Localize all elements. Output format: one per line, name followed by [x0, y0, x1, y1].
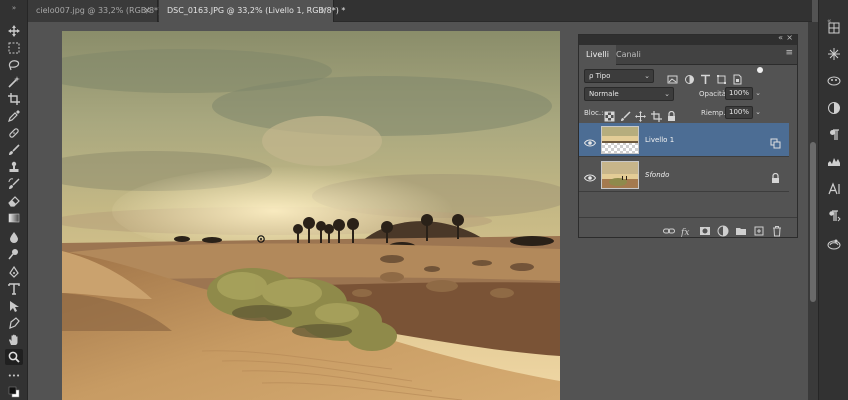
lock-transparent-icon[interactable]	[604, 107, 615, 122]
eyedropper-icon[interactable]	[5, 108, 23, 124]
panel-footer: fx	[579, 217, 797, 238]
dodge-icon[interactable]	[5, 246, 23, 262]
crop-icon[interactable]	[5, 91, 23, 107]
paragraph-icon[interactable]	[827, 127, 841, 141]
tab-dsc0163[interactable]: DSC_0163.JPG @ 33,2% (Livello 1, RGB/8*)…	[159, 0, 345, 22]
blend-row: Normale ⌄ Opacità: 100% ⌄	[579, 87, 797, 101]
lock-label: Bloc.:	[584, 109, 604, 117]
photoshop-window: » ••• cielo007.jpg @ 33,2% (RGB/8*) × DS…	[0, 0, 848, 400]
opacity-input[interactable]: 100%	[725, 87, 753, 100]
add-mask-icon[interactable]	[699, 222, 711, 235]
adjustment-filter-icon[interactable]	[684, 70, 695, 84]
visibility-eye-icon[interactable]	[583, 169, 597, 182]
filter-toggle-icon[interactable]	[757, 67, 763, 73]
magic-wand-icon[interactable]	[5, 74, 23, 90]
lock-pixels-icon[interactable]	[620, 107, 631, 121]
layer-thumbnail	[601, 126, 639, 154]
tab-label: cielo007.jpg @ 33,2% (RGB/8*)	[36, 6, 162, 15]
fill-input[interactable]: 100%	[725, 106, 753, 119]
swatches-icon[interactable]	[827, 46, 841, 60]
lock-artboard-icon[interactable]	[651, 107, 662, 122]
pen-icon[interactable]	[5, 264, 23, 280]
collapse-label: »	[11, 4, 17, 12]
close-panel-button[interactable]: ×	[786, 33, 793, 42]
scrollbar-thumb[interactable]	[810, 142, 816, 302]
new-layer-icon[interactable]	[753, 222, 765, 236]
layer-thumbnail	[601, 161, 639, 189]
panel-dock: «	[818, 0, 848, 400]
blend-mode-dropdown[interactable]: Normale ⌄	[584, 87, 674, 101]
adjustments-icon[interactable]	[827, 72, 841, 86]
panel-header: « ×	[579, 33, 797, 45]
clone-stamp-icon[interactable]	[5, 159, 23, 175]
adjustment-icon[interactable]	[717, 222, 729, 237]
smart-link-icon	[770, 134, 781, 149]
shape-icon[interactable]	[5, 315, 23, 331]
panel-menu-icon[interactable]: ≡	[785, 48, 793, 58]
tab-cielo007[interactable]: cielo007.jpg @ 33,2% (RGB/8*) ×	[28, 0, 162, 22]
desert-photo	[62, 31, 560, 400]
panel-tabs: Livelli Canali ≡	[579, 45, 797, 65]
lock-row: Bloc.: Riemp.: 100% ⌄	[579, 106, 797, 122]
type-filter-icon[interactable]	[700, 70, 711, 84]
lock-all-icon[interactable]	[666, 107, 677, 121]
tab-canali[interactable]: Canali	[609, 45, 648, 65]
lasso-icon[interactable]	[5, 57, 23, 73]
history-brush-icon[interactable]	[5, 176, 23, 192]
collapse-panel-button[interactable]: «	[778, 33, 783, 42]
filter-row: ρ Tipo ⌄	[579, 67, 797, 85]
document-canvas[interactable]	[62, 31, 560, 400]
fill-label: Riemp.:	[701, 109, 728, 117]
hand-icon[interactable]	[5, 332, 23, 348]
blend-mode-value: Normale	[589, 90, 619, 98]
layer-name: Sfondo	[645, 171, 670, 179]
close-icon[interactable]: ×	[143, 0, 151, 22]
fill-dropdown-icon[interactable]: ⌄	[754, 106, 762, 119]
color-icon[interactable]	[827, 20, 841, 34]
fx-icon[interactable]: fx	[680, 222, 693, 238]
toolbar-collapse-button[interactable]: »	[5, 3, 23, 13]
layer-row-sfondo[interactable]: Sfondo	[579, 158, 789, 192]
paragraph-styles-icon[interactable]	[827, 208, 841, 222]
dock-collapse-button[interactable]: «	[827, 8, 841, 25]
histogram-icon[interactable]	[827, 153, 841, 167]
tools-panel: » •••	[0, 0, 28, 400]
close-icon[interactable]: ×	[319, 0, 327, 22]
filter-kind-value: ρ Tipo	[589, 72, 611, 80]
group-icon[interactable]	[735, 222, 747, 235]
more-label: •••	[7, 372, 21, 380]
blur-icon[interactable]	[5, 229, 23, 245]
lock-position-icon[interactable]	[635, 107, 646, 122]
pixel-filter-icon[interactable]	[667, 70, 678, 84]
svg-text:fx: fx	[681, 228, 689, 237]
layer-row-livello-1[interactable]: Livello 1	[579, 123, 789, 157]
link-layers-icon[interactable]	[663, 222, 675, 234]
properties-icon[interactable]	[827, 100, 841, 114]
move-icon[interactable]	[5, 23, 23, 39]
layer-name: Livello 1	[645, 136, 675, 144]
trash-icon[interactable]	[771, 222, 783, 237]
healing-icon[interactable]	[5, 125, 23, 141]
gradient-icon[interactable]	[5, 210, 23, 226]
more-icon[interactable]: •••	[5, 368, 23, 384]
zoom-icon[interactable]	[5, 349, 23, 365]
path-select-icon[interactable]	[5, 298, 23, 314]
brush-icon[interactable]	[5, 142, 23, 158]
shape-filter-icon[interactable]	[716, 70, 727, 84]
layers-panel: « × Livelli Canali ≡ ρ Tipo ⌄ Normale ⌄ …	[578, 33, 798, 238]
type-icon[interactable]	[5, 281, 23, 297]
eraser-icon[interactable]	[5, 193, 23, 209]
colors-icon[interactable]	[5, 384, 23, 400]
opacity-dropdown-icon[interactable]: ⌄	[754, 87, 762, 100]
marquee-icon[interactable]	[5, 40, 23, 56]
panel-scrollbar[interactable]	[808, 22, 818, 400]
lock-icon	[770, 169, 781, 183]
filter-kind-dropdown[interactable]: ρ Tipo ⌄	[584, 69, 654, 83]
document-tabs: cielo007.jpg @ 33,2% (RGB/8*) × DSC_0163…	[28, 0, 812, 22]
smart-object-filter-icon[interactable]	[732, 70, 743, 85]
visibility-eye-icon[interactable]	[583, 134, 597, 147]
libraries-icon[interactable]	[827, 236, 841, 250]
character-icon[interactable]	[827, 181, 841, 195]
